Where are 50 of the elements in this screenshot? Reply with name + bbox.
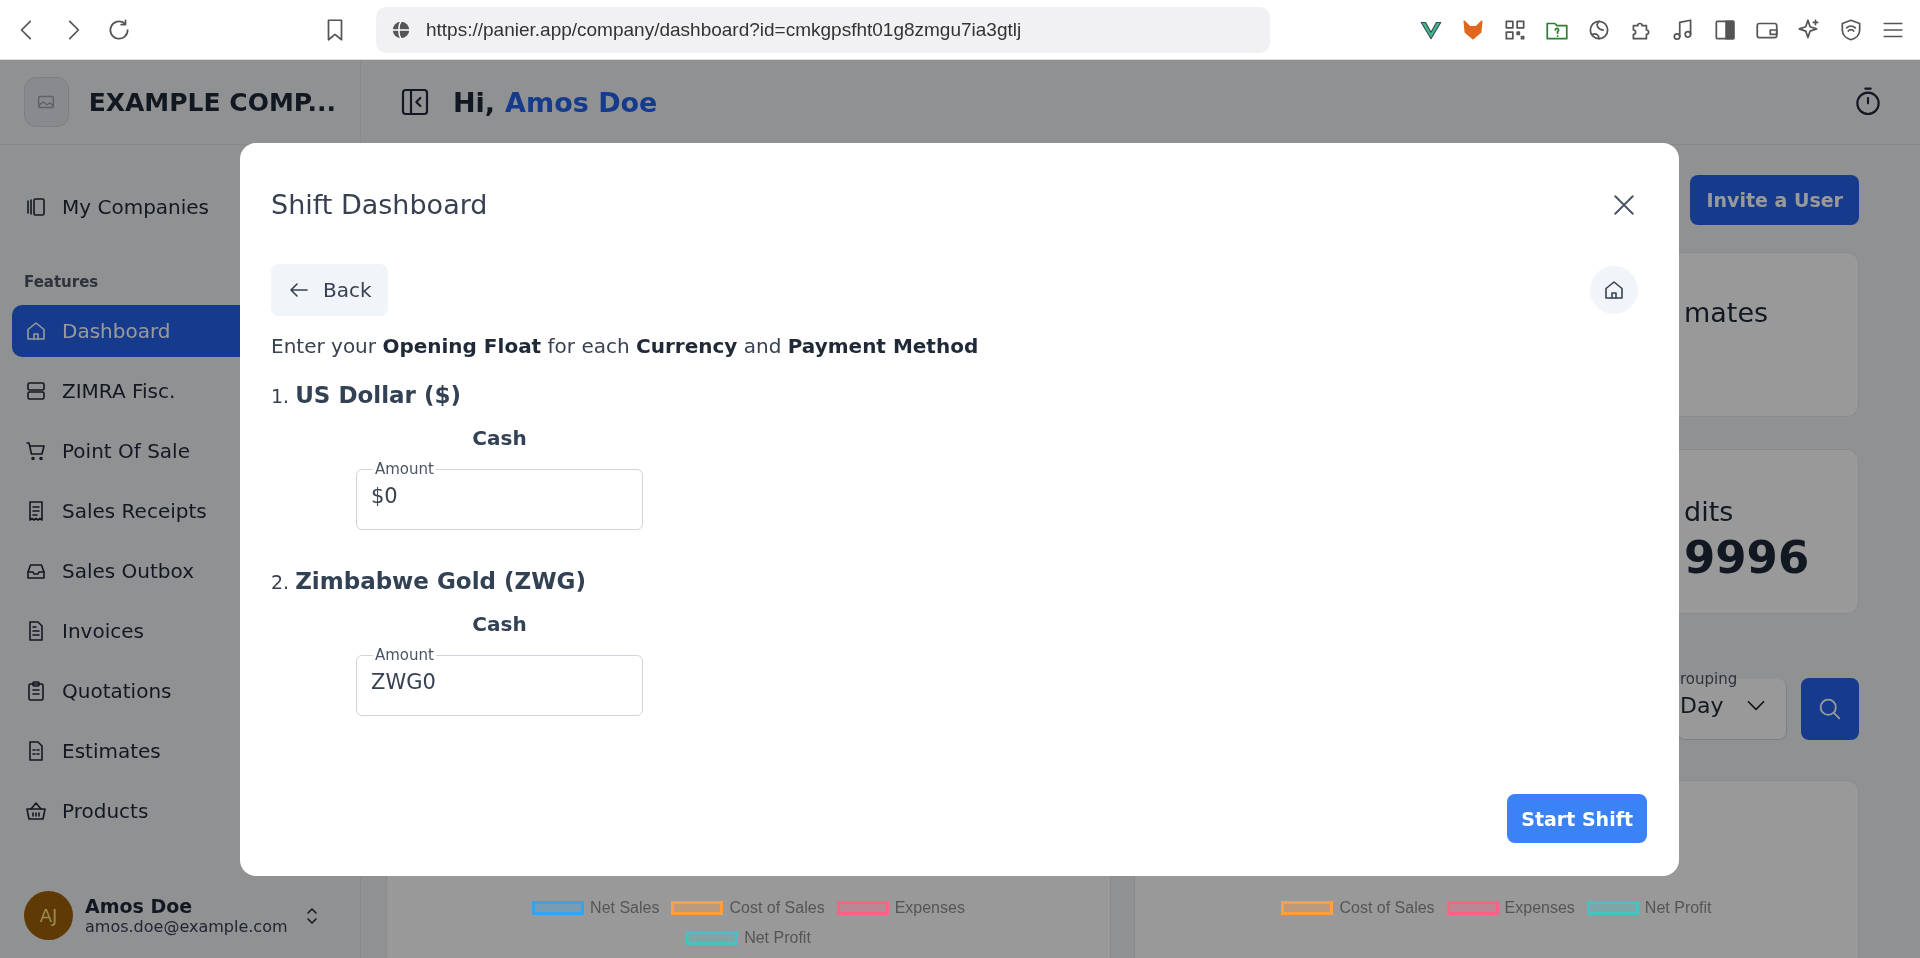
legend-label: Cost of Sales [1339, 899, 1435, 917]
legend-label: Expenses [1504, 899, 1575, 917]
server-icon [24, 379, 48, 403]
currency-name: Zimbabwe Gold (ZWG) [295, 568, 586, 594]
user-email: amos.doe@example.com [85, 917, 288, 936]
legend-label: Net Profit [744, 929, 811, 947]
amount-field[interactable]: Amount $0 [356, 460, 643, 530]
legend-label: Expenses [894, 899, 965, 917]
list-number: 2. [271, 571, 290, 593]
card-title: mates [1684, 297, 1770, 328]
legend-label: Net Profit [1644, 899, 1712, 917]
payment-method-label: Cash [472, 612, 527, 636]
card-value: 9996 [1684, 531, 1811, 584]
site-info-icon [390, 18, 412, 41]
list-number: 1. [271, 385, 290, 407]
columns-icon [24, 195, 48, 219]
section-label: Features [24, 273, 99, 291]
grouping-select[interactable]: rouping Day [1677, 670, 1787, 740]
start-shift-button[interactable]: Start Shift [1507, 794, 1647, 843]
home-icon [1602, 278, 1626, 302]
sidebar-item[interactable]: Invoices [12, 605, 348, 657]
url-text: https://panier.app/company/dashboard?id=cmkgpsfht01g8zmgu7ia3gtlj [426, 18, 1022, 41]
cart-icon [24, 439, 48, 463]
user-avatar: AJ [24, 891, 73, 940]
sidebar-toggle-icon[interactable] [399, 86, 431, 118]
dialog-title: Shift Dashboard [271, 189, 488, 220]
search-button[interactable] [1801, 678, 1859, 740]
basket-icon [24, 799, 48, 823]
home-button[interactable] [1590, 266, 1638, 314]
payment-method-label: Cash [472, 426, 527, 450]
sidebar-item[interactable]: Point Of Sale [12, 425, 348, 477]
user-name-link[interactable]: Amos Doe [505, 86, 658, 118]
home-icon [24, 319, 48, 343]
invite-user-button[interactable]: Invite a User [1690, 175, 1859, 225]
legend-label: Cost of Sales [729, 899, 825, 917]
greeting-text: Hi, [453, 86, 496, 118]
sidebar-item[interactable]: Quotations [12, 665, 348, 717]
legend-label: Net Sales [590, 899, 660, 917]
back-button[interactable]: Back [271, 264, 388, 316]
user-name: Amos Doe [85, 895, 194, 917]
amount-field[interactable]: Amount ZWG0 [356, 646, 643, 716]
company-name: EXAMPLE COMP... [88, 87, 336, 117]
currency-name: US Dollar ($) [295, 382, 461, 408]
address-bar[interactable]: https://panier.app/company/dashboard?id=cmkgpsfht01g8zmgu7ia3gtlj [376, 6, 1270, 53]
sidebar-item[interactable]: Sales Receipts [12, 485, 348, 537]
amount-input[interactable]: $0 [371, 484, 628, 508]
card-title: dits [1684, 496, 1735, 527]
amount-input[interactable]: ZWG0 [371, 670, 628, 694]
sidebar-item[interactable]: Estimates [12, 725, 348, 777]
sidebar-item[interactable]: Products [12, 785, 348, 837]
